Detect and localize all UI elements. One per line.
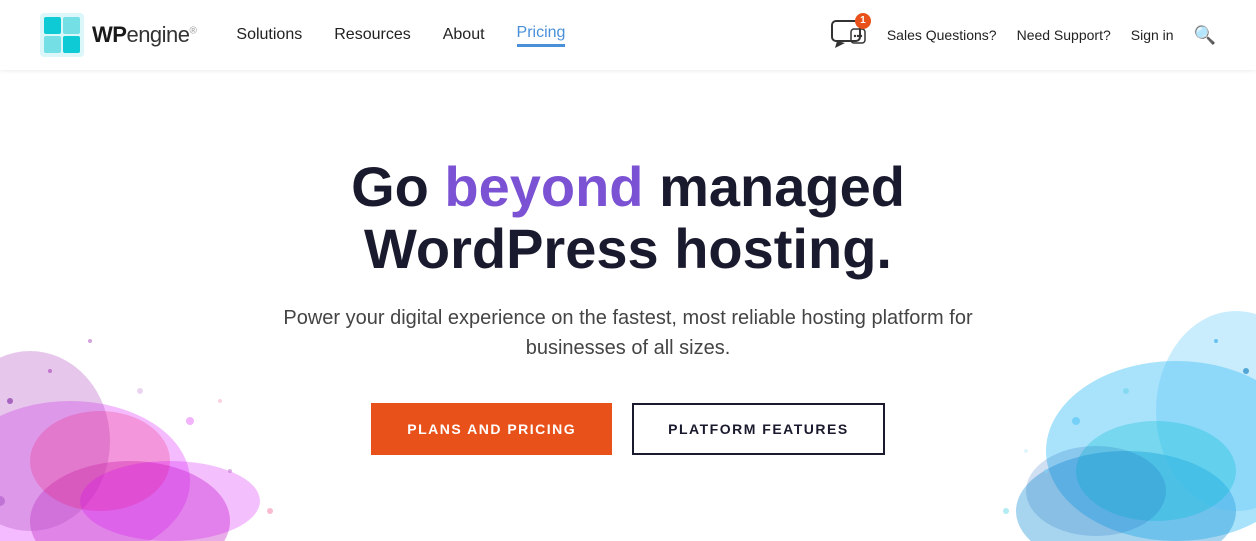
hero-title-line2: WordPress hosting. xyxy=(364,217,892,280)
nav-about[interactable]: About xyxy=(443,26,485,44)
hero-title-beyond: beyond xyxy=(444,155,643,218)
search-icon[interactable]: 🔍 xyxy=(1194,25,1216,46)
hero-content: Go beyond managed WordPress hosting. Pow… xyxy=(278,156,978,455)
logo[interactable]: WPengine® xyxy=(40,13,196,57)
platform-features-button[interactable]: PLATFORM FEATURES xyxy=(632,403,885,455)
main-nav: Solutions Resources About Pricing xyxy=(236,24,565,47)
sign-in-link[interactable]: Sign in xyxy=(1131,27,1174,43)
header-left: WPengine® Solutions Resources About Pric… xyxy=(40,13,565,57)
nav-pricing[interactable]: Pricing xyxy=(517,24,566,47)
hero-buttons: PLANS AND PRICING PLATFORM FEATURES xyxy=(278,403,978,455)
hero-subtitle: Power your digital experience on the fas… xyxy=(278,303,978,363)
nav-resources[interactable]: Resources xyxy=(334,26,410,44)
hero-title-go: Go xyxy=(351,155,444,218)
logo-text: WPengine® xyxy=(92,22,196,48)
plans-pricing-button[interactable]: PLANS AND PRICING xyxy=(371,403,612,455)
logo-icon xyxy=(40,13,84,57)
hero-section: Go beyond managed WordPress hosting. Pow… xyxy=(0,70,1256,541)
splash-left xyxy=(0,221,310,541)
hero-title: Go beyond managed WordPress hosting. xyxy=(278,156,978,279)
site-header: WPengine® Solutions Resources About Pric… xyxy=(0,0,1256,70)
sales-questions-link[interactable]: Sales Questions? xyxy=(887,27,997,43)
need-support-link[interactable]: Need Support? xyxy=(1017,27,1111,43)
nav-solutions[interactable]: Solutions xyxy=(236,26,302,44)
header-right: 1 Sales Questions? Need Support? Sign in… xyxy=(831,17,1216,54)
hero-title-managed: managed xyxy=(644,155,905,218)
chat-icon-wrap[interactable]: 1 xyxy=(831,17,867,54)
notification-badge: 1 xyxy=(855,13,871,29)
